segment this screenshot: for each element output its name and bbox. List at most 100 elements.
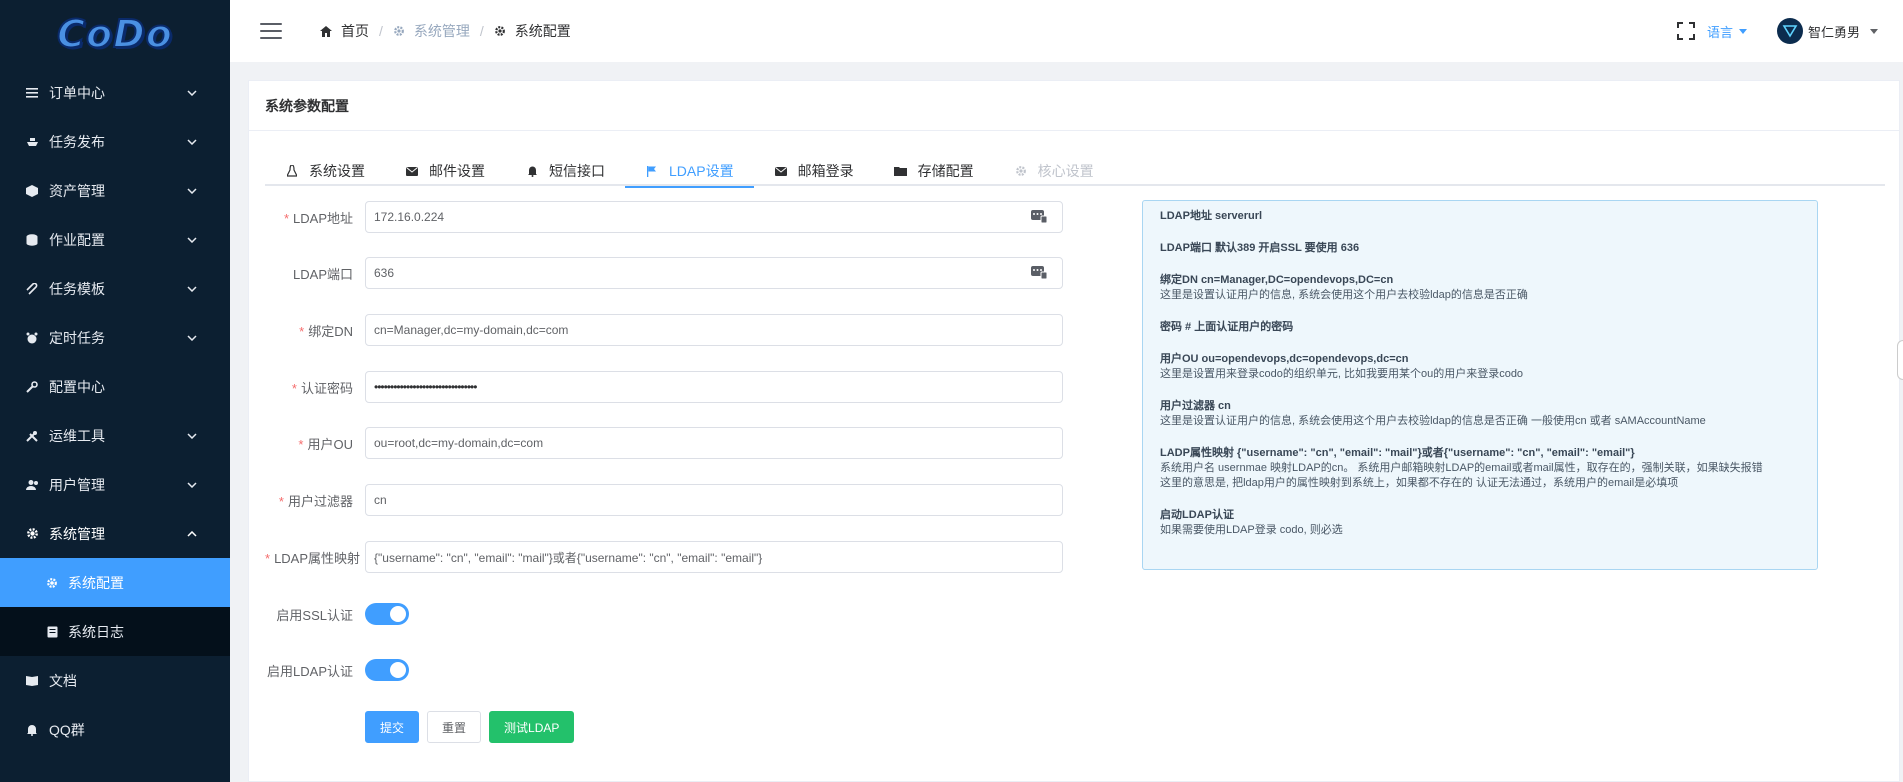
tab-label: 核心设置 (1037, 163, 1094, 179)
paperclip-icon (24, 281, 40, 297)
tab-system-settings[interactable]: 系统设置 (265, 156, 385, 186)
submit-button[interactable]: 提交 (365, 711, 420, 743)
menu-item-docs[interactable]: 文档 (0, 656, 230, 705)
ldap-auth-switch[interactable] (365, 659, 409, 681)
submenu-item-system-config[interactable]: 系统配置 (0, 558, 230, 607)
menu-item-config-center[interactable]: 配置中心 (0, 362, 230, 411)
auth-password-input[interactable]: •••••••••••••••••••••••••••••••• (365, 371, 1063, 403)
menu-item-user-mgmt[interactable]: 用户管理 (0, 460, 230, 509)
help-title: 用户过滤器 cn (1160, 400, 1231, 412)
form-label: * 用户OU (298, 436, 353, 452)
menu-label: 系统管理 (49, 525, 105, 542)
ssl-auth-switch[interactable] (365, 603, 409, 625)
username[interactable]: 智仁勇男 (1808, 22, 1860, 41)
chevron-down-icon (186, 283, 198, 295)
help-title: 启动LDAP认证 (1160, 509, 1234, 521)
envelope-icon (774, 164, 788, 178)
sidebar: CoDo 订单中心 任务发布 资产管理 作业配置 任务模板 定时任务 配置中心 … (0, 0, 230, 782)
tab-storage-config[interactable]: 存储配置 (874, 156, 994, 186)
logo[interactable]: CoDo (0, 0, 230, 68)
form-row-ldap-address: * LDAP地址 172.16.0.224 (265, 201, 1063, 233)
ldap-address-input[interactable]: 172.16.0.224 (365, 201, 1063, 233)
flag-icon (645, 164, 659, 178)
tab-ldap-settings[interactable]: LDAP设置 (625, 156, 754, 188)
menu-item-assets[interactable]: 资产管理 (0, 166, 230, 215)
reset-button[interactable]: 重置 (427, 711, 482, 743)
breadcrumb: 首页 / 系统管理 / 系统配置 (320, 21, 571, 41)
menu-item-task-template[interactable]: 任务模板 (0, 264, 230, 313)
tab-label: LDAP设置 (669, 163, 734, 179)
avatar[interactable] (1776, 18, 1803, 44)
breadcrumb-separator: / (479, 23, 484, 39)
chevron-down-icon (186, 332, 198, 344)
help-text: 这里是设置认证用户的信息, 系统会使用这个用户去校验ldap的信息是否正确 一般… (1160, 415, 1706, 427)
help-text: 如果需要使用LDAP登录 codo, 则必选 (1160, 524, 1343, 536)
breadcrumb-system-config: 系统配置 (494, 21, 571, 41)
linux-icon (285, 164, 299, 178)
tab-mail-settings[interactable]: 邮件设置 (385, 156, 505, 186)
tab-core-settings: 核心设置 (994, 156, 1114, 186)
help-text: 这里是设置认证用户的信息, 系统会使用这个用户去校验ldap的信息是否正确 (1160, 289, 1528, 301)
key-icon[interactable] (1030, 208, 1048, 226)
help-title: LDAP地址 serverurl (1160, 210, 1263, 222)
menu-item-ops-tools[interactable]: 运维工具 (0, 411, 230, 460)
language-dropdown[interactable]: 语言 (1707, 22, 1747, 41)
caret-down-icon[interactable] (1870, 28, 1878, 34)
fullscreen-icon[interactable] (1676, 22, 1695, 40)
config-tabs: 系统设置 邮件设置 短信接口 LDAP设置 邮箱登录 存储配置 核心设置 (265, 156, 1885, 188)
ldap-port-input[interactable]: 636 (365, 257, 1063, 289)
hamburger-icon[interactable] (260, 23, 282, 39)
menu-label: 配置中心 (49, 378, 105, 395)
help-title: 密码 # 上面认证用户的密码 (1160, 321, 1294, 333)
side-drawer-handle[interactable] (1897, 340, 1903, 380)
form-row-ldap-port: LDAP端口 636 (265, 257, 1063, 289)
help-item: LDAP地址 serverurl (1160, 209, 1800, 224)
user-ou-input[interactable]: ou=root,dc=my-domain,dc=com (365, 427, 1063, 459)
gear-icon (44, 575, 60, 591)
tab-label: 存储配置 (917, 163, 974, 179)
submenu-label: 系统日志 (68, 623, 124, 640)
menu-item-job-config[interactable]: 作业配置 (0, 215, 230, 264)
ship-icon (24, 134, 40, 150)
form-label: * 用户过滤器 (278, 493, 353, 509)
database-icon (24, 232, 40, 248)
menu-label: 任务发布 (49, 133, 105, 150)
system-submenu: 系统配置 系统日志 (0, 558, 230, 656)
input-value: {"username": "cn", "email": "mail"}或者{"u… (374, 550, 763, 565)
key-icon[interactable] (1030, 264, 1048, 282)
bell-icon (24, 722, 40, 738)
user-filter-input[interactable]: cn (365, 484, 1063, 516)
input-value: cn=Manager,dc=my-domain,dc=com (374, 323, 569, 337)
form-row-attr-mapping: * LDAP属性映射 {"username": "cn", "email": "m… (265, 541, 1063, 573)
form-label: * LDAP属性映射 (265, 550, 361, 566)
chevron-up-icon (186, 528, 198, 540)
book-icon (24, 673, 40, 689)
bind-dn-input[interactable]: cn=Manager,dc=my-domain,dc=com (365, 314, 1063, 346)
form-label: * 绑定DN (299, 323, 353, 339)
menu-item-system-mgmt[interactable]: 系统管理 (0, 509, 230, 558)
menu-item-task-publish[interactable]: 任务发布 (0, 117, 230, 166)
help-title: 用户OU ou=opendevops,dc=opendevops,dc=cn (1160, 353, 1409, 365)
form-row-user-filter: * 用户过滤器 cn (265, 484, 1063, 516)
submenu-item-system-log[interactable]: 系统日志 (0, 607, 230, 656)
breadcrumb-system-mgmt[interactable]: 系统管理 (393, 21, 470, 41)
menu-item-orders[interactable]: 订单中心 (0, 68, 230, 117)
chevron-down-icon (186, 87, 198, 99)
tab-email-login[interactable]: 邮箱登录 (754, 156, 874, 186)
input-value: cn (374, 493, 387, 507)
help-item: 用户过滤器 cn 这里是设置认证用户的信息, 系统会使用这个用户去校验ldap的… (1160, 399, 1800, 429)
menu-label: 用户管理 (49, 476, 105, 493)
gear-icon (494, 24, 508, 38)
tools-icon (24, 428, 40, 444)
form-row-bind-dn: * 绑定DN cn=Manager,dc=my-domain,dc=com (265, 314, 1063, 346)
attr-mapping-input[interactable]: {"username": "cn", "email": "mail"}或者{"u… (365, 541, 1063, 573)
menu-item-cron-task[interactable]: 定时任务 (0, 313, 230, 362)
gear-icon (393, 24, 407, 38)
test-ldap-button[interactable]: 测试LDAP (489, 711, 575, 743)
tab-sms-api[interactable]: 短信接口 (505, 156, 625, 186)
menu-item-qq-group[interactable]: QQ群 (0, 705, 230, 754)
breadcrumb-home[interactable]: 首页 (320, 21, 369, 41)
menu-label: QQ群 (49, 721, 85, 738)
cube-icon (24, 183, 40, 199)
chevron-down-icon (186, 430, 198, 442)
